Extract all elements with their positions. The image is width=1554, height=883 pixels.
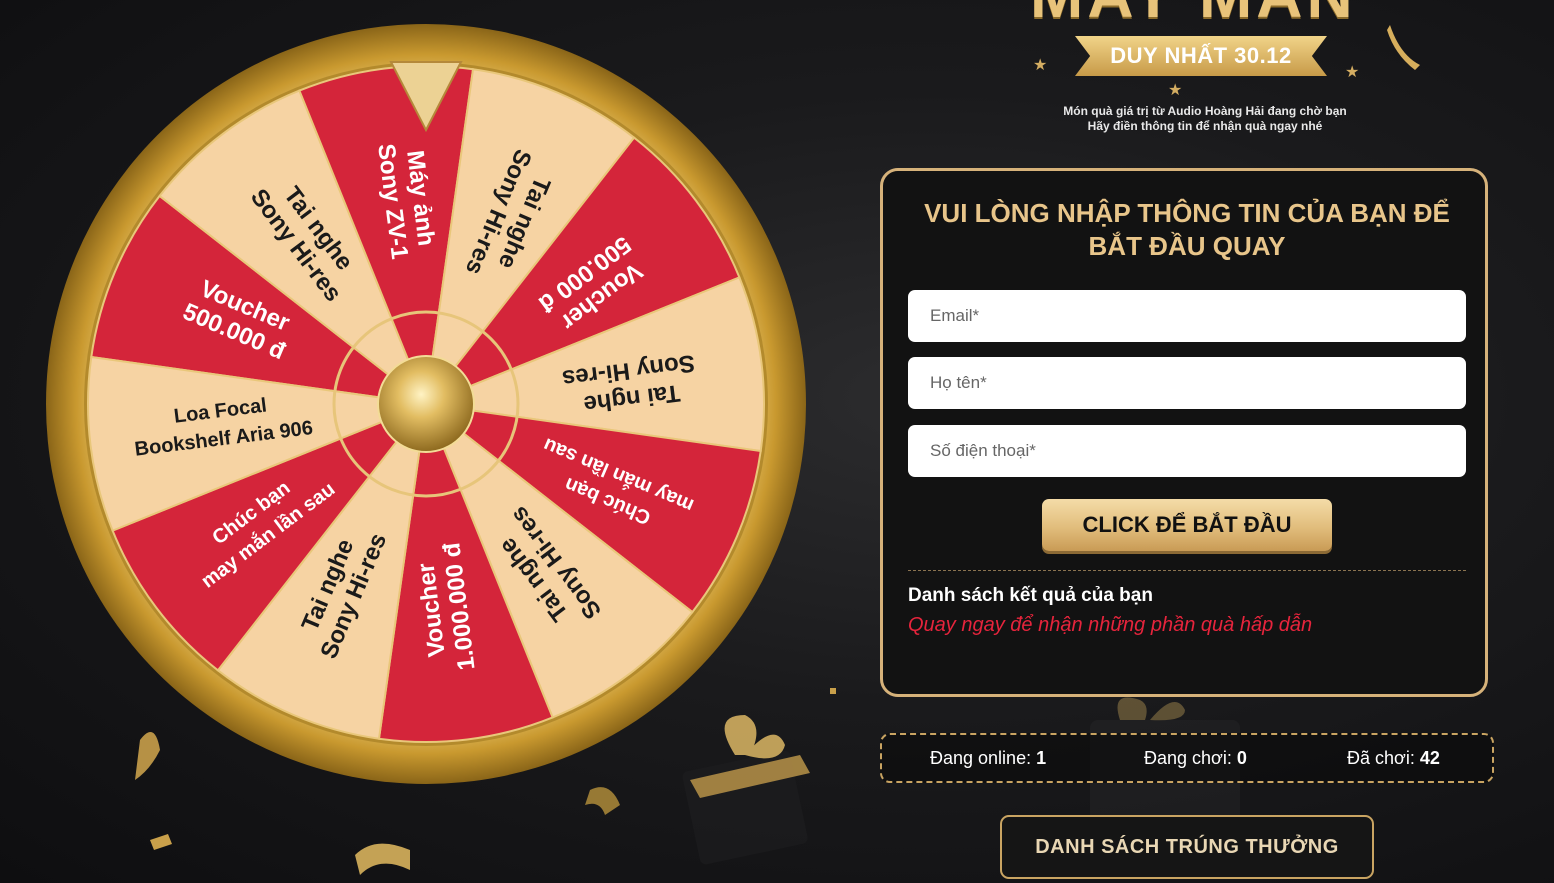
form-title-line-2: BẮT ĐẦU QUAY xyxy=(1088,231,1286,261)
start-spin-button[interactable]: CLICK ĐỂ BẮT ĐẦU xyxy=(1042,499,1332,551)
date-ribbon-label: DUY NHẤT 30.12 xyxy=(1110,43,1292,68)
form-title-line-1: VUI LÒNG NHẬP THÔNG TIN CỦA BẠN ĐỂ xyxy=(924,198,1450,228)
stat-playing-value: 0 xyxy=(1236,748,1247,768)
form-title: VUI LÒNG NHẬP THÔNG TIN CỦA BẠN ĐỂ BẮT Đ… xyxy=(903,197,1471,263)
stat-playing-label: Đang chơi: xyxy=(1144,748,1232,768)
subtitle-line-1: Món quà giá trị từ Audio Hoàng Hải đang … xyxy=(1063,104,1347,118)
results-title: Danh sách kết quả của bạn xyxy=(908,585,1153,606)
prize-wheel[interactable]: Voucher 500.000 đ Tai nghe Sony Hi-res Máy ả… xyxy=(44,22,809,787)
prize-wheel-graphic: Voucher500.000 đTai ngheSony Hi-res Máy ả… xyxy=(46,24,806,784)
star-icon: ★ xyxy=(1168,80,1183,99)
name-field[interactable] xyxy=(908,357,1466,409)
results-hint: Quay ngay để nhận những phần quà hấp dẫn xyxy=(908,614,1313,636)
stat-played-label: Đã chơi: xyxy=(1347,748,1415,768)
email-field[interactable] xyxy=(908,290,1466,342)
stat-online-value: 1 xyxy=(1036,748,1047,768)
stats-bar: Đang online: 1 Đang chơi: 0 Đã chơi: 42 xyxy=(880,733,1494,783)
star-icon: ★ xyxy=(1033,55,1048,74)
hero-title: MAY MẮN xyxy=(1030,0,1357,32)
subtitle-line-2: Hãy điền thông tin để nhận quà ngay nhé xyxy=(1087,119,1323,133)
date-ribbon: DUY NHẤT 30.12 xyxy=(1075,36,1327,76)
star-icon: ★ xyxy=(1345,62,1360,81)
subtitle: Món quà giá trị từ Audio Hoàng Hải đang … xyxy=(1020,104,1390,134)
wheel-hub xyxy=(377,355,475,453)
stat-online: Đang online: 1 xyxy=(930,748,1046,769)
divider xyxy=(908,570,1466,571)
spin-form-card: VUI LÒNG NHẬP THÔNG TIN CỦA BẠN ĐỂ BẮT Đ… xyxy=(880,168,1488,697)
phone-field[interactable] xyxy=(908,425,1466,477)
stat-played: Đã chơi: 42 xyxy=(1347,748,1440,769)
stat-playing: Đang chơi: 0 xyxy=(1144,748,1247,769)
stat-played-value: 42 xyxy=(1419,748,1440,768)
stat-online-label: Đang online: xyxy=(930,748,1032,768)
winners-list-button[interactable]: DANH SÁCH TRÚNG THƯỞNG xyxy=(1000,815,1374,879)
